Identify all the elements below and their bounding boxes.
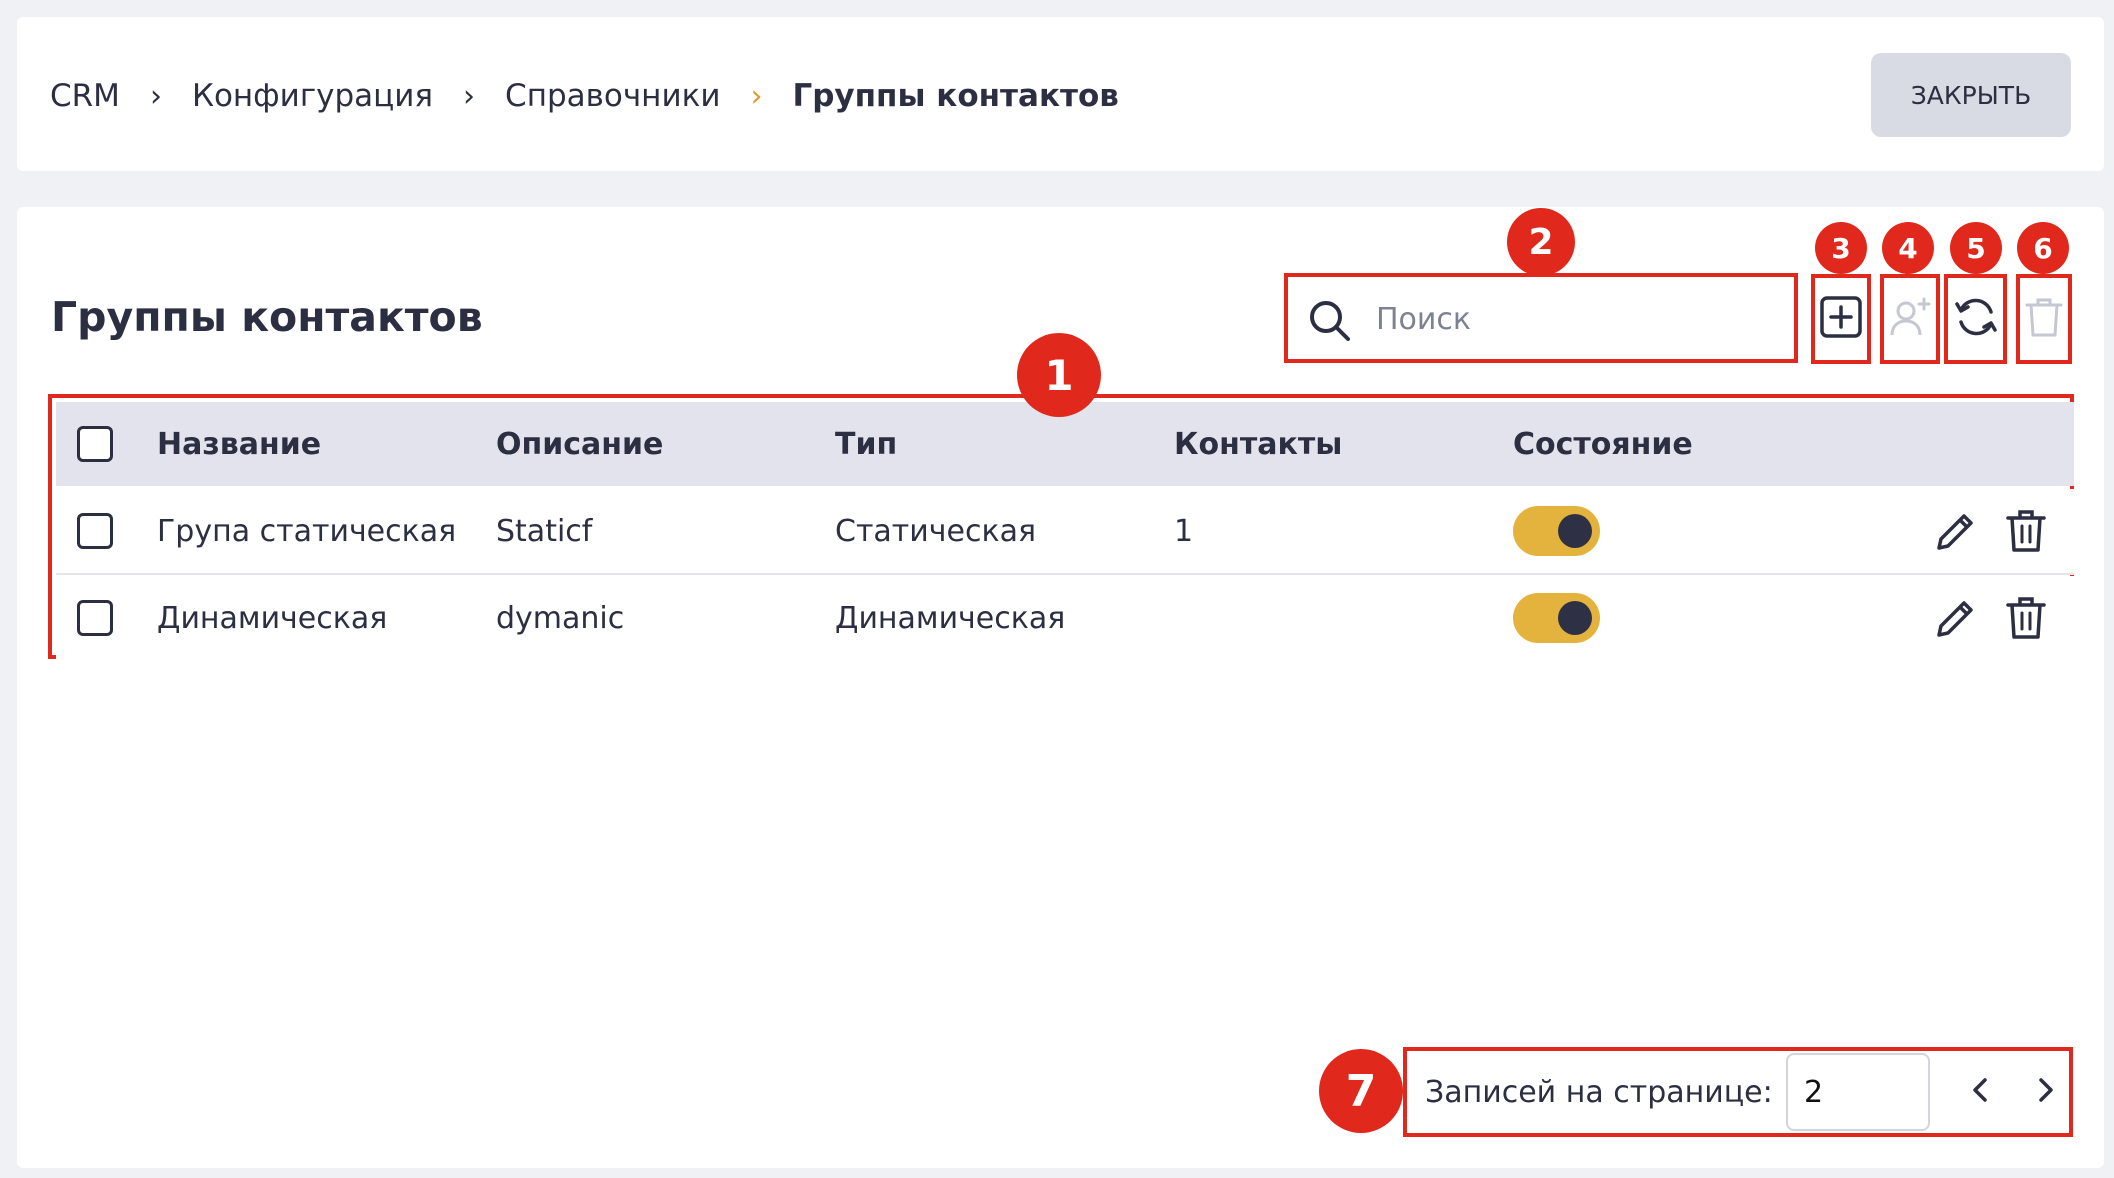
breadcrumb-separator-icon: › [463, 78, 476, 114]
annotation-badge-1: 1 [1017, 333, 1101, 417]
toggle-knob [1558, 601, 1592, 635]
select-all-checkbox[interactable] [77, 426, 113, 462]
delete-row-button[interactable] [2002, 596, 2050, 644]
cell-contacts: 1 [1174, 513, 1194, 549]
search-input[interactable] [1374, 293, 1778, 345]
annotation-badge-4: 4 [1882, 222, 1934, 274]
refresh-icon [1953, 294, 1999, 344]
breadcrumb: CRM › Конфигурация › Справочники › Групп… [50, 76, 1119, 116]
add-contact-icon [1888, 295, 1932, 343]
toggle-knob [1558, 514, 1592, 548]
column-header-contacts[interactable]: Контакты [1174, 402, 1342, 486]
cell-description: Staticf [496, 513, 593, 549]
trash-icon [2005, 508, 2047, 558]
column-header-type[interactable]: Тип [835, 402, 897, 486]
column-header-description[interactable]: Описание [496, 402, 663, 486]
previous-page-button[interactable] [1956, 1067, 2006, 1117]
edit-button[interactable] [1932, 596, 1980, 644]
search-icon[interactable] [1306, 297, 1354, 349]
per-page-input[interactable] [1786, 1053, 1930, 1131]
breadcrumb-item-current: Группы контактов [792, 78, 1119, 114]
contact-groups-table: Название Описание Тип Контакты Состояние… [48, 394, 2074, 660]
trash-icon [2024, 295, 2064, 343]
next-page-button[interactable] [2020, 1067, 2070, 1117]
close-button[interactable]: ЗАКРЫТЬ [1871, 53, 2071, 137]
refresh-button[interactable] [1944, 274, 2007, 364]
table-row[interactable]: Динамическая dymanic Динамическая [56, 576, 2074, 660]
row-checkbox[interactable] [77, 600, 113, 636]
row-checkbox[interactable] [77, 513, 113, 549]
cell-name: Група статическая [157, 513, 457, 549]
breadcrumb-item-crm[interactable]: CRM [50, 78, 120, 114]
annotation-badge-2: 2 [1507, 208, 1575, 276]
column-header-state[interactable]: Состояние [1513, 402, 1693, 486]
pencil-icon [1933, 508, 1979, 558]
breadcrumb-item-configuration[interactable]: Конфигурация [192, 78, 433, 114]
cell-name: Динамическая [157, 600, 388, 636]
annotation-badge-3: 3 [1815, 222, 1867, 274]
breadcrumb-separator-icon: › [149, 78, 162, 114]
page-title: Группы контактов [51, 293, 483, 341]
breadcrumb-separator-icon: › [750, 78, 763, 114]
chevron-left-icon [1966, 1075, 1996, 1109]
cell-description: dymanic [496, 600, 625, 636]
delete-row-button[interactable] [2002, 509, 2050, 557]
annotation-badge-6: 6 [2017, 222, 2069, 274]
pencil-icon [1933, 595, 1979, 645]
edit-button[interactable] [1932, 509, 1980, 557]
chevron-right-icon [2030, 1075, 2060, 1109]
add-icon [1819, 295, 1863, 343]
add-contact-button[interactable] [1880, 274, 1940, 364]
pagination: Записей на странице: [1403, 1047, 2073, 1137]
state-toggle[interactable] [1513, 593, 1600, 643]
search-box [1284, 273, 1798, 363]
breadcrumb-item-directories[interactable]: Справочники [505, 78, 720, 114]
state-toggle[interactable] [1513, 506, 1600, 556]
annotation-badge-7: 7 [1319, 1049, 1403, 1133]
cell-type: Статическая [835, 513, 1037, 549]
delete-selected-button[interactable] [2016, 274, 2072, 364]
trash-icon [2005, 595, 2047, 645]
column-header-name[interactable]: Название [157, 402, 321, 486]
table-row[interactable]: Група статическая Staticf Статическая 1 [56, 489, 2074, 575]
annotation-badge-5: 5 [1950, 222, 2002, 274]
add-button[interactable] [1811, 274, 1871, 364]
cell-type: Динамическая [835, 600, 1066, 636]
per-page-label: Записей на странице: [1425, 1074, 1773, 1110]
